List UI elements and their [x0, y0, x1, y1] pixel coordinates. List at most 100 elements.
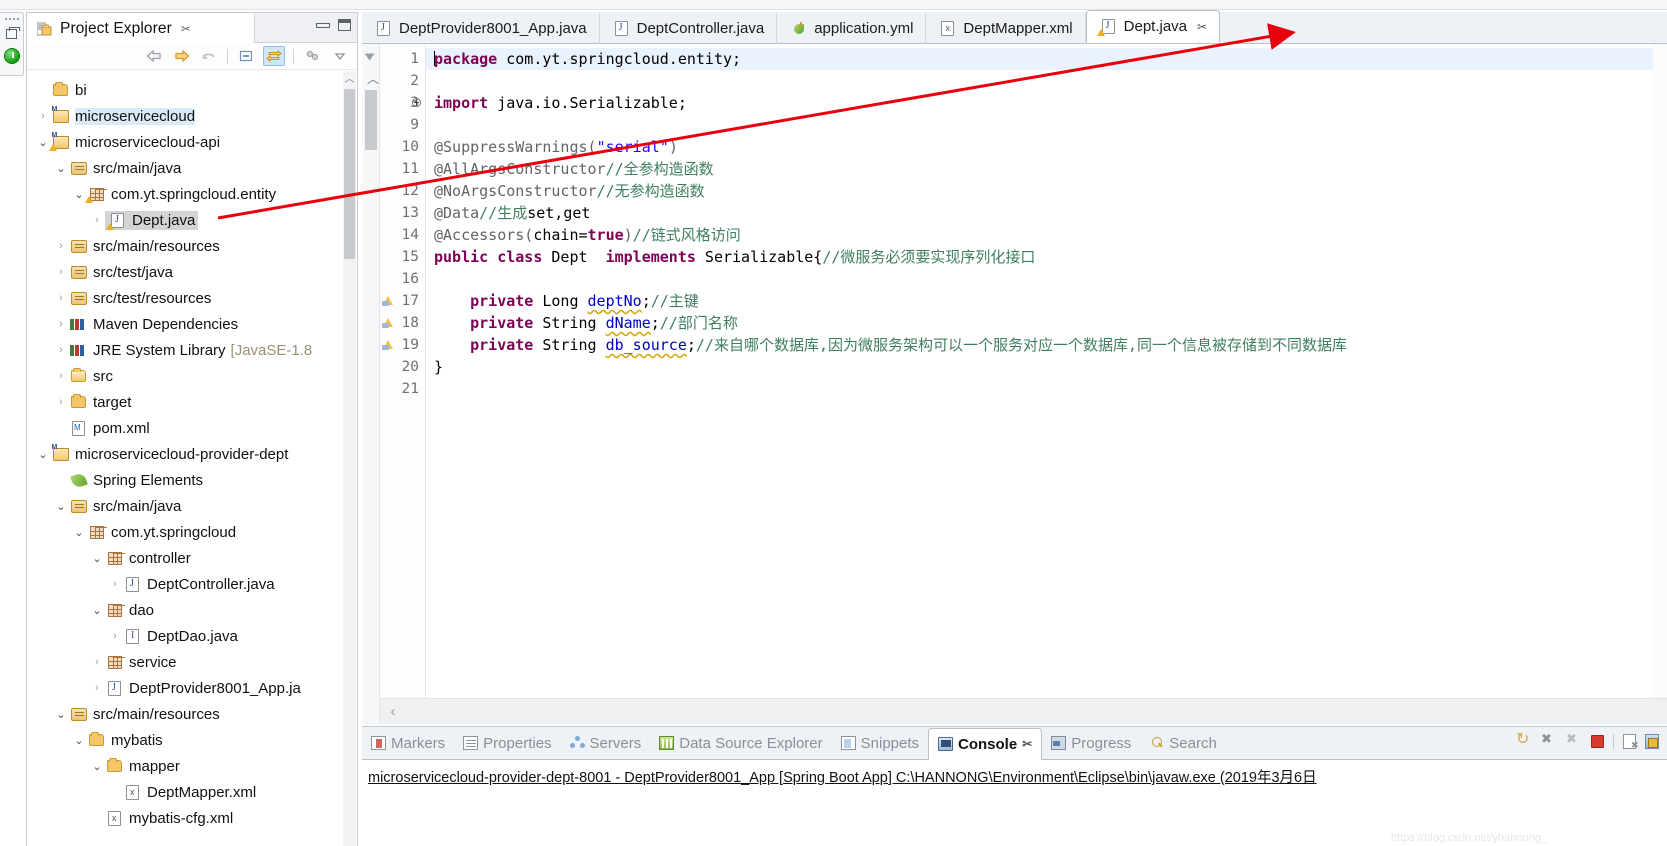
editor-vertical-scrollbar[interactable] [1653, 44, 1667, 698]
chevron-right-icon[interactable]: › [107, 578, 123, 590]
chevron-right-icon[interactable]: › [53, 370, 69, 382]
forward-icon[interactable] [170, 46, 192, 66]
code-line[interactable]: @Accessors(chain=true)//链式风格访问 [426, 224, 1667, 246]
tree-item-mybatis-cfg-xml[interactable]: mybatis-cfg.xml [27, 805, 357, 831]
stop-icon[interactable] [1591, 735, 1604, 748]
tree-item-microservicecloud-provider-dept[interactable]: ⌄ microservicecloud-provider-dept [27, 441, 357, 467]
chevron-down-icon[interactable]: ⌄ [89, 760, 105, 773]
chevron-down-icon[interactable]: ⌄ [53, 708, 69, 721]
tree-item-src-main-java[interactable]: ⌄ src/main/java [27, 155, 357, 181]
code-line[interactable]: import java.io.Serializable; [426, 92, 1667, 114]
tree-item-jre-system-library-[interactable]: › JRE System Library [JavaSE-1.8 [27, 337, 357, 363]
tree-item-mybatis[interactable]: ⌄ mybatis [27, 727, 357, 753]
bottom-tab-properties[interactable]: Properties [454, 727, 560, 759]
tree-item-deptcontroller-java[interactable]: › DeptController.java [27, 571, 357, 597]
close-icon[interactable]: ✂ [181, 22, 191, 36]
chevron-right-icon[interactable]: › [53, 292, 69, 304]
chevron-right-icon[interactable]: › [53, 396, 69, 408]
ruler-scroll-up-icon[interactable]: ︿ [367, 70, 379, 87]
close-icon[interactable]: ✂ [1022, 737, 1032, 751]
tree-item-microservicecloud[interactable]: › microservicecloud [27, 103, 357, 129]
tree-item-maven-dependencies[interactable]: › Maven Dependencies [27, 311, 357, 337]
chevron-right-icon[interactable]: › [89, 214, 105, 226]
editor-tab-deptcontroller-java[interactable]: DeptController.java [600, 13, 778, 44]
bottom-tab-servers[interactable]: Servers [561, 727, 651, 759]
bottom-tab-console[interactable]: Console ✂ [928, 727, 1043, 761]
drag-handle-dots[interactable] [4, 16, 19, 21]
maximize-icon[interactable] [338, 19, 351, 31]
chevron-right-icon[interactable]: › [107, 630, 123, 642]
restore-icon[interactable] [3, 25, 21, 43]
tree-item-mapper[interactable]: ⌄ mapper [27, 753, 357, 779]
code-line[interactable]: @SuppressWarnings("serial") [426, 136, 1667, 158]
tab-project-explorer[interactable]: Project Explorer ✂ [27, 13, 255, 43]
chevron-right-icon[interactable]: › [53, 240, 69, 252]
editor-tab-dept-java[interactable]: Dept.java ✂ [1085, 10, 1221, 43]
scroll-left-icon[interactable]: ‹ [380, 703, 406, 720]
tree-item-dao[interactable]: ⌄ dao [27, 597, 357, 623]
chevron-down-icon[interactable]: ⌄ [35, 448, 51, 461]
ruler-collapse-icon[interactable] [364, 53, 375, 61]
warning-marker-icon[interactable] [382, 338, 396, 352]
code-line[interactable]: } [426, 356, 1667, 378]
chevron-down-icon[interactable]: ⌄ [71, 734, 87, 747]
run-server-icon[interactable] [3, 47, 21, 65]
code-line[interactable] [426, 378, 1667, 400]
tree-item-deptmapper-xml[interactable]: DeptMapper.xml [27, 779, 357, 805]
tree-item-microservicecloud-api[interactable]: ⌄microservicecloud-api [27, 129, 357, 155]
tree-item-com-yt-springcloud[interactable]: ⌄ com.yt.springcloud [27, 519, 357, 545]
fold-expand-icon[interactable] [412, 98, 421, 107]
editor-overview-ruler-left[interactable]: ︿ [362, 44, 380, 724]
tree-item-bi[interactable]: bi [27, 77, 357, 103]
chevron-right-icon[interactable]: › [53, 318, 69, 330]
tree-item-src-main-resources[interactable]: › src/main/resources [27, 233, 357, 259]
chevron-down-icon[interactable]: ⌄ [89, 552, 105, 565]
bottom-tab-markers[interactable]: Markers [362, 727, 454, 759]
link-with-editor-icon[interactable] [263, 46, 285, 66]
editor-tab-deptprovider8001-app-java[interactable]: DeptProvider8001_App.java [362, 13, 600, 44]
editor-horizontal-scrollbar[interactable]: ‹ [380, 698, 1667, 724]
chevron-down-icon[interactable]: ⌄ [71, 526, 87, 539]
code-line[interactable] [426, 268, 1667, 290]
scroll-up-icon[interactable]: ︿ [343, 71, 356, 88]
pin-console-icon[interactable] [1645, 733, 1659, 749]
minimize-icon[interactable] [316, 20, 330, 30]
code-line[interactable]: private String db_source;//来自哪个数据库,因为微服务… [426, 334, 1667, 356]
tree-item-deptprovider8001-app-ja[interactable]: › DeptProvider8001_App.ja [27, 675, 357, 701]
bottom-tab-data-source-explorer[interactable]: Data Source Explorer [650, 727, 831, 759]
chevron-down-icon[interactable]: ⌄ [53, 500, 69, 513]
code-line[interactable]: private Long deptNo;//主键 [426, 290, 1667, 312]
code-line[interactable]: @NoArgsConstructor//无参构造函数 [426, 180, 1667, 202]
collapse-all-icon[interactable] [236, 46, 258, 66]
back-icon[interactable] [143, 46, 165, 66]
warning-marker-icon[interactable] [382, 316, 396, 330]
editor-tab-deptmapper-xml[interactable]: DeptMapper.xml [926, 13, 1086, 44]
tree-item-src-main-java[interactable]: ⌄ src/main/java [27, 493, 357, 519]
chevron-down-icon[interactable]: ⌄ [89, 604, 105, 617]
bottom-tab-search[interactable]: Search [1140, 727, 1226, 759]
project-tree[interactable]: bi›microservicecloud⌄microservicecloud-a… [27, 71, 357, 846]
chevron-right-icon[interactable]: › [53, 266, 69, 278]
chevron-right-icon[interactable]: › [35, 110, 51, 122]
tree-item-src-test-java[interactable]: › src/test/java [27, 259, 357, 285]
tree-item-src-test-resources[interactable]: › src/test/resources [27, 285, 357, 311]
tree-item-pom-xml[interactable]: pom.xml [27, 415, 357, 441]
code-line[interactable]: @AllArgsConstructor//全参构造函数 [426, 158, 1667, 180]
close-icon[interactable]: ✂ [1197, 20, 1207, 34]
tree-item-target[interactable]: › target [27, 389, 357, 415]
chevron-right-icon[interactable]: › [89, 656, 105, 668]
rerun-icon[interactable] [1516, 729, 1532, 749]
tree-item-dept-java[interactable]: › Dept.java [27, 207, 357, 233]
code-line[interactable]: @Data//生成set,get [426, 202, 1667, 224]
ruler-thumb[interactable] [365, 90, 377, 150]
chevron-right-icon[interactable]: › [89, 682, 105, 694]
tree-item-src[interactable]: › src [27, 363, 357, 389]
view-menu-icon[interactable] [302, 46, 324, 66]
code-line[interactable]: private String dName;//部门名称 [426, 312, 1667, 334]
project-explorer-scrollbar[interactable]: ︿ [343, 71, 356, 846]
editor-tab-application-yml[interactable]: application.yml [777, 13, 927, 44]
editor-code-area[interactable]: package com.yt.springcloud.entity; impor… [426, 44, 1667, 724]
chevron-right-icon[interactable]: › [53, 344, 69, 356]
console-output[interactable]: microservicecloud-provider-dept-8001 - D… [362, 760, 1667, 846]
up-icon[interactable] [197, 46, 219, 66]
